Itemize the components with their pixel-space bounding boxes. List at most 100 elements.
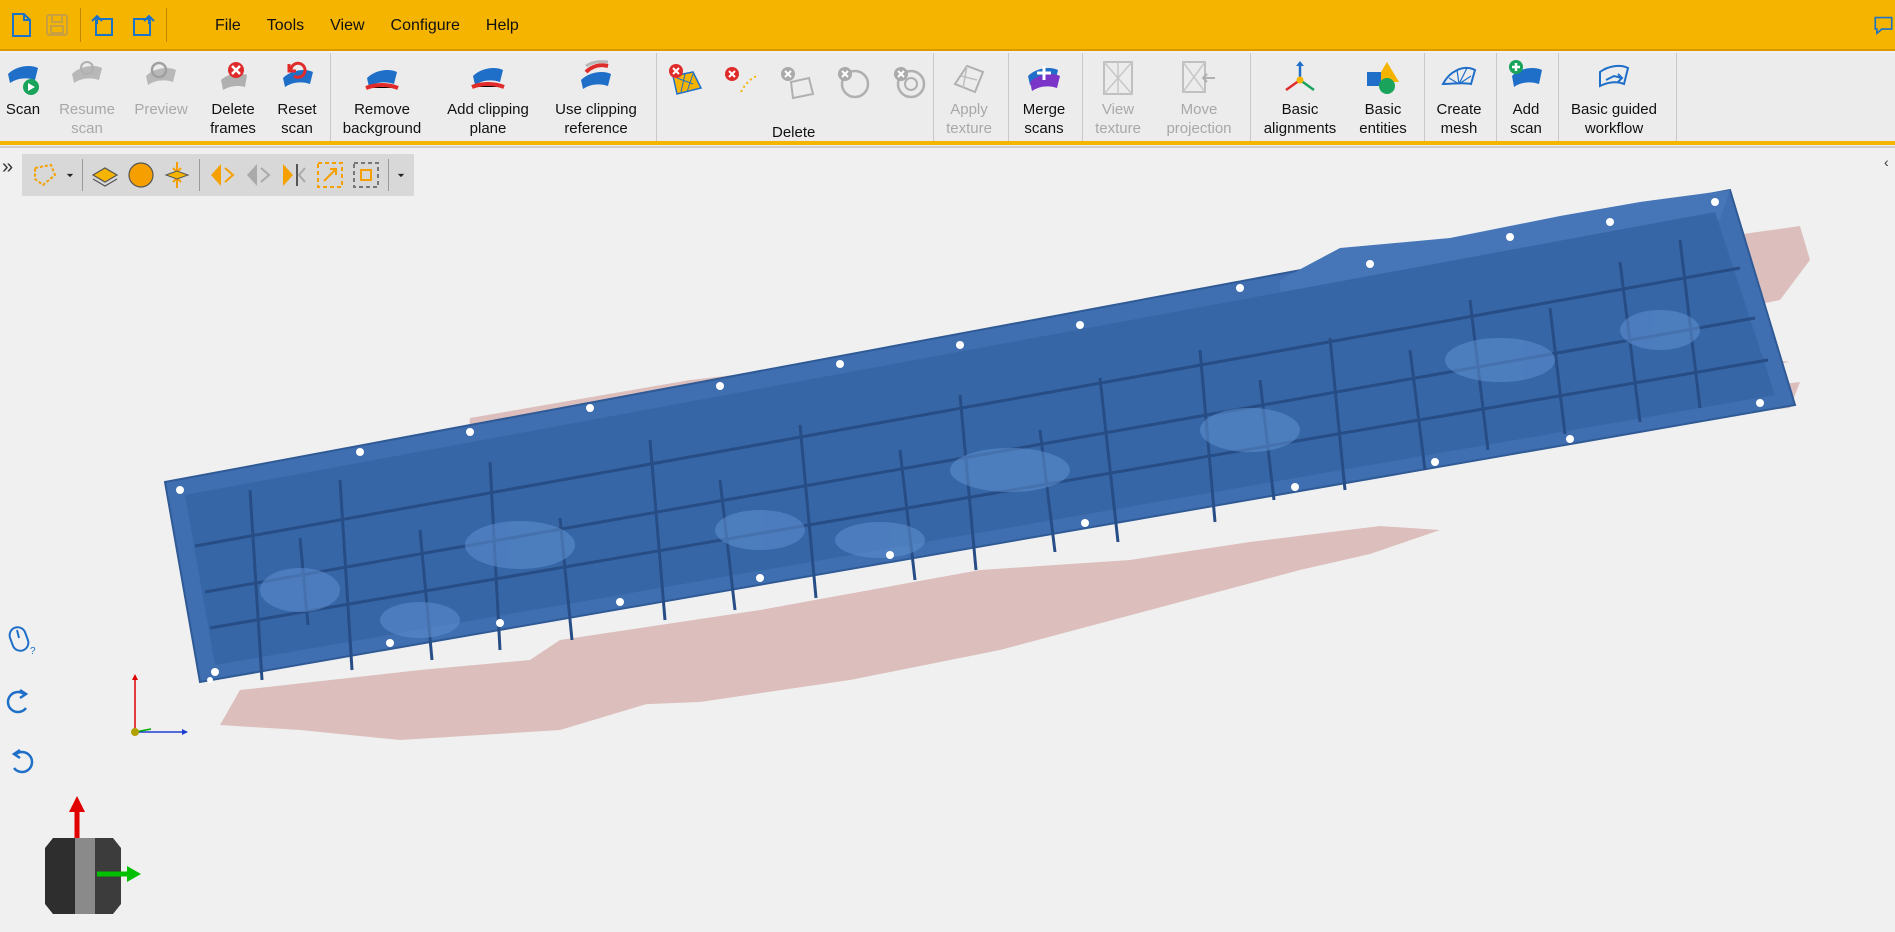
- flip-icon: [211, 164, 235, 186]
- center-icon: [164, 162, 190, 188]
- divider: [330, 53, 331, 141]
- lasso-select-button[interactable]: [26, 157, 62, 193]
- expand-panel-button[interactable]: »: [2, 156, 13, 179]
- divider: [1250, 53, 1251, 141]
- reset-scan-icon: [283, 61, 313, 87]
- apply-texture-button[interactable]: Apply texture: [936, 57, 1002, 141]
- undo-icon: [91, 14, 113, 36]
- sphere-icon: [128, 162, 154, 188]
- resume-scan-label: Resume scan: [59, 101, 115, 137]
- view-texture-icon: [1103, 61, 1133, 95]
- mouse-help-icon: ?: [8, 626, 36, 657]
- merge-scans-button[interactable]: Merge scans: [1012, 57, 1076, 141]
- sphere-view-button[interactable]: [123, 157, 159, 193]
- delete-points-icon: [725, 67, 758, 93]
- basic-guided-workflow-label: Basic guided workflow: [1571, 101, 1657, 137]
- preview-button[interactable]: Preview: [128, 57, 194, 141]
- more-tools-dropdown[interactable]: [393, 157, 409, 193]
- divider: [1558, 53, 1559, 141]
- fit-view-icon: [317, 162, 343, 188]
- add-clipping-plane-button[interactable]: Add clipping plane: [436, 57, 540, 141]
- basic-guided-workflow-button[interactable]: Basic guided workflow: [1562, 57, 1666, 141]
- divider: [199, 159, 200, 191]
- apply-texture-label: Apply texture: [946, 101, 992, 137]
- layers-button[interactable]: [87, 157, 123, 193]
- move-projection-icon: [1182, 61, 1215, 93]
- flip-view-button[interactable]: [204, 157, 240, 193]
- resume-scan-button[interactable]: Resume scan: [50, 57, 124, 141]
- center-view-button[interactable]: [159, 157, 195, 193]
- menu-help[interactable]: Help: [486, 17, 519, 35]
- save-button[interactable]: [40, 8, 74, 42]
- basic-alignments-button[interactable]: Basic alignments: [1256, 57, 1344, 141]
- basic-alignments-icon: [1285, 61, 1315, 92]
- menu-tools[interactable]: Tools: [267, 17, 304, 35]
- chat-button[interactable]: [1872, 8, 1895, 42]
- create-mesh-label: Create mesh: [1436, 101, 1482, 137]
- redo-button[interactable]: [126, 8, 160, 42]
- rotate-ccw-button[interactable]: [4, 746, 36, 778]
- remove-background-button[interactable]: Remove background: [336, 57, 428, 141]
- divider: [1082, 53, 1083, 141]
- selection-mode-dropdown[interactable]: [62, 157, 78, 193]
- new-file-icon: [12, 13, 31, 37]
- view-cube[interactable]: [35, 792, 145, 917]
- scan-scene: [163, 188, 1810, 740]
- resume-scan-icon: [72, 61, 102, 83]
- add-scan-button[interactable]: Add scan: [1500, 57, 1552, 141]
- lasso-select-icon: [34, 163, 57, 187]
- delete-frames-button[interactable]: Delete frames: [200, 57, 266, 141]
- collapse-right-panel-button[interactable]: ‹: [1884, 154, 1889, 170]
- merge-scans-icon: [1028, 66, 1060, 91]
- chat-icon: [1874, 16, 1893, 35]
- preview-icon: [146, 61, 176, 85]
- move-projection-label: Move projection: [1166, 101, 1232, 137]
- fit-selection-button[interactable]: [348, 157, 384, 193]
- fit-view-button[interactable]: [312, 157, 348, 193]
- menu-configure[interactable]: Configure: [391, 17, 460, 35]
- menu-view[interactable]: View: [330, 17, 364, 35]
- view-texture-button[interactable]: View texture: [1084, 57, 1152, 141]
- basic-guided-workflow-icon: [1599, 64, 1630, 88]
- delete-selection-button[interactable]: [664, 61, 706, 103]
- rotate-cw-button[interactable]: [4, 686, 36, 718]
- title-bar: File Tools View Configure Help: [0, 0, 1895, 51]
- 3d-viewport[interactable]: » ‹ ?: [0, 150, 1895, 932]
- mouse-help-button[interactable]: ?: [6, 624, 38, 657]
- scan-button[interactable]: Scan: [0, 57, 46, 141]
- axis-gizmo: [131, 674, 188, 736]
- dropdown-icon: [66, 173, 74, 178]
- next-view-button[interactable]: [276, 157, 312, 193]
- move-projection-button[interactable]: Move projection: [1156, 57, 1242, 141]
- viewport-toolbar: [22, 154, 414, 196]
- delete-frames-icon: [221, 62, 247, 90]
- previous-view-button[interactable]: [240, 157, 276, 193]
- add-scan-icon: [1509, 60, 1542, 87]
- new-file-button[interactable]: [4, 8, 38, 42]
- delete-mesh-button[interactable]: [776, 61, 818, 103]
- scan-icon: [8, 66, 39, 95]
- delete-group-label: Delete: [772, 124, 816, 141]
- reset-scan-button[interactable]: Reset scan: [270, 57, 324, 141]
- rotate-cw-icon: [6, 688, 29, 714]
- create-mesh-button[interactable]: Create mesh: [1428, 57, 1490, 141]
- undo-button[interactable]: [86, 8, 120, 42]
- delete-selection-icon: [669, 64, 703, 95]
- fit-selection-icon: [353, 162, 379, 188]
- basic-alignments-label: Basic alignments: [1263, 101, 1337, 137]
- divider: [1676, 53, 1677, 141]
- rotate-ccw-icon: [11, 748, 34, 774]
- scan-label: Scan: [5, 101, 41, 118]
- delete-points-button[interactable]: [720, 61, 762, 103]
- create-mesh-icon: [1441, 66, 1477, 86]
- delete-target-button[interactable]: [888, 61, 930, 103]
- menu-file[interactable]: File: [215, 17, 241, 35]
- basic-entities-button[interactable]: Basic entities: [1350, 57, 1416, 141]
- use-clipping-reference-button[interactable]: Use clipping reference: [548, 57, 644, 141]
- divider: [388, 159, 389, 191]
- delete-circle-button[interactable]: [832, 61, 874, 103]
- redo-icon: [133, 14, 155, 36]
- prev-icon: [247, 164, 271, 186]
- save-icon: [46, 14, 68, 36]
- layers-icon: [91, 167, 119, 187]
